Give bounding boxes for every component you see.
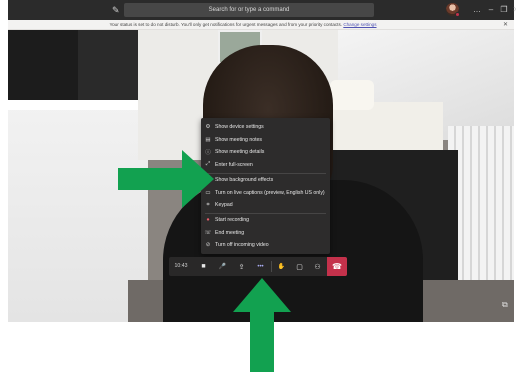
more-actions-menu: ⚙ Show device settings ▤ Show meeting no… [201,118,330,254]
more-options-button[interactable]: … [470,2,484,18]
participants-button[interactable]: ⚇ [309,257,326,276]
background-counter [8,102,148,322]
notification-bar: Your status is set to do not disturb. Yo… [8,20,514,30]
end-call-icon: ☏ [204,229,212,236]
menu-item-full-screen[interactable]: ⤢ Enter full-screen [201,159,330,172]
menu-item-label: Keypad [215,202,233,209]
menu-item-device-settings[interactable]: ⚙ Show device settings [201,121,330,134]
menu-item-keypad[interactable]: ⌗ Keypad [201,199,330,212]
menu-item-label: Start recording [215,217,250,224]
participants-icon: ⚇ [314,263,321,271]
menu-item-label: Turn on live captions (preview, English … [215,189,325,196]
close-window-button[interactable]: ✕ [510,2,516,18]
menu-item-background-effects[interactable]: ▨ Show background effects [201,174,330,187]
menu-item-label: End meeting [215,229,245,236]
background-pillow [330,80,374,110]
gear-icon: ⚙ [205,124,211,131]
video-off-icon: ⊘ [205,242,211,249]
menu-item-start-recording[interactable]: ● Start recording [201,214,330,227]
maximize-button[interactable]: ❐ [497,2,511,18]
record-icon: ● [206,217,210,224]
change-settings-link[interactable]: Change settings [343,22,376,27]
menu-item-turn-off-incoming-video[interactable]: ⊘ Turn off incoming video [201,239,330,252]
hang-up-button[interactable]: ☎ [327,257,347,276]
video-options-icon[interactable]: ⧉ [502,300,508,310]
camera-icon: ■ [201,263,206,270]
call-controls-bar: 10:43 ■ 🎤 ⇪ ••• ✋ ▢ ⚇ ☎ [169,257,347,276]
menu-item-label: Show background effects [215,177,274,184]
annotation-arrow-shape [233,278,291,372]
menu-item-label: Show device settings [215,124,264,131]
camera-toggle-button[interactable]: ■ [195,257,212,276]
hang-up-icon: ☎ [332,262,342,271]
minimize-button[interactable]: – [484,2,498,18]
menu-item-label: Show meeting details [215,149,265,156]
chat-button[interactable]: ▢ [291,257,308,276]
search-input[interactable]: Search for or type a command [124,3,374,17]
microphone-icon: 🎤 [218,264,227,270]
notification-message: Your status is set to do not disturb. Yo… [109,22,343,27]
background-monitor [78,30,138,100]
compose-icon[interactable]: ✎ [112,5,122,15]
more-icon: ••• [257,263,264,270]
notification-text: Your status is set to do not disturb. Yo… [8,20,478,30]
raise-hand-button[interactable]: ✋ [273,257,290,276]
menu-item-meeting-notes[interactable]: ▤ Show meeting notes [201,134,330,147]
call-timer: 10:43 [174,263,188,269]
menu-item-label: Turn off incoming video [215,242,269,249]
menu-item-end-meeting[interactable]: ☏ End meeting [201,227,330,240]
share-tray-icon: ⇪ [238,263,245,271]
raise-hand-icon: ✋ [277,264,286,270]
annotation-arrow-up [233,278,291,372]
menu-item-label: Show meeting notes [215,136,263,143]
chat-icon: ▢ [296,263,303,271]
background-counter-edge [8,100,153,110]
presence-status-icon [455,12,460,17]
share-button[interactable]: ⇪ [233,257,250,276]
notes-icon: ▤ [205,136,211,143]
annotation-arrow-shape [118,150,214,208]
annotation-arrow-right [118,150,214,208]
menu-item-live-captions[interactable]: ▭ Turn on live captions (preview, Englis… [201,187,330,200]
search-placeholder: Search for or type a command [208,7,290,13]
controls-divider [271,261,272,272]
mic-toggle-button[interactable]: 🎤 [214,257,231,276]
menu-item-meeting-details[interactable]: ⓘ Show meeting details [201,146,330,159]
menu-item-label: Enter full-screen [215,161,253,168]
close-notification-icon[interactable]: ✕ [503,20,508,30]
more-actions-button[interactable]: ••• [252,257,269,276]
title-bar: ✎ Search for or type a command … – ❐ ✕ [8,0,516,20]
